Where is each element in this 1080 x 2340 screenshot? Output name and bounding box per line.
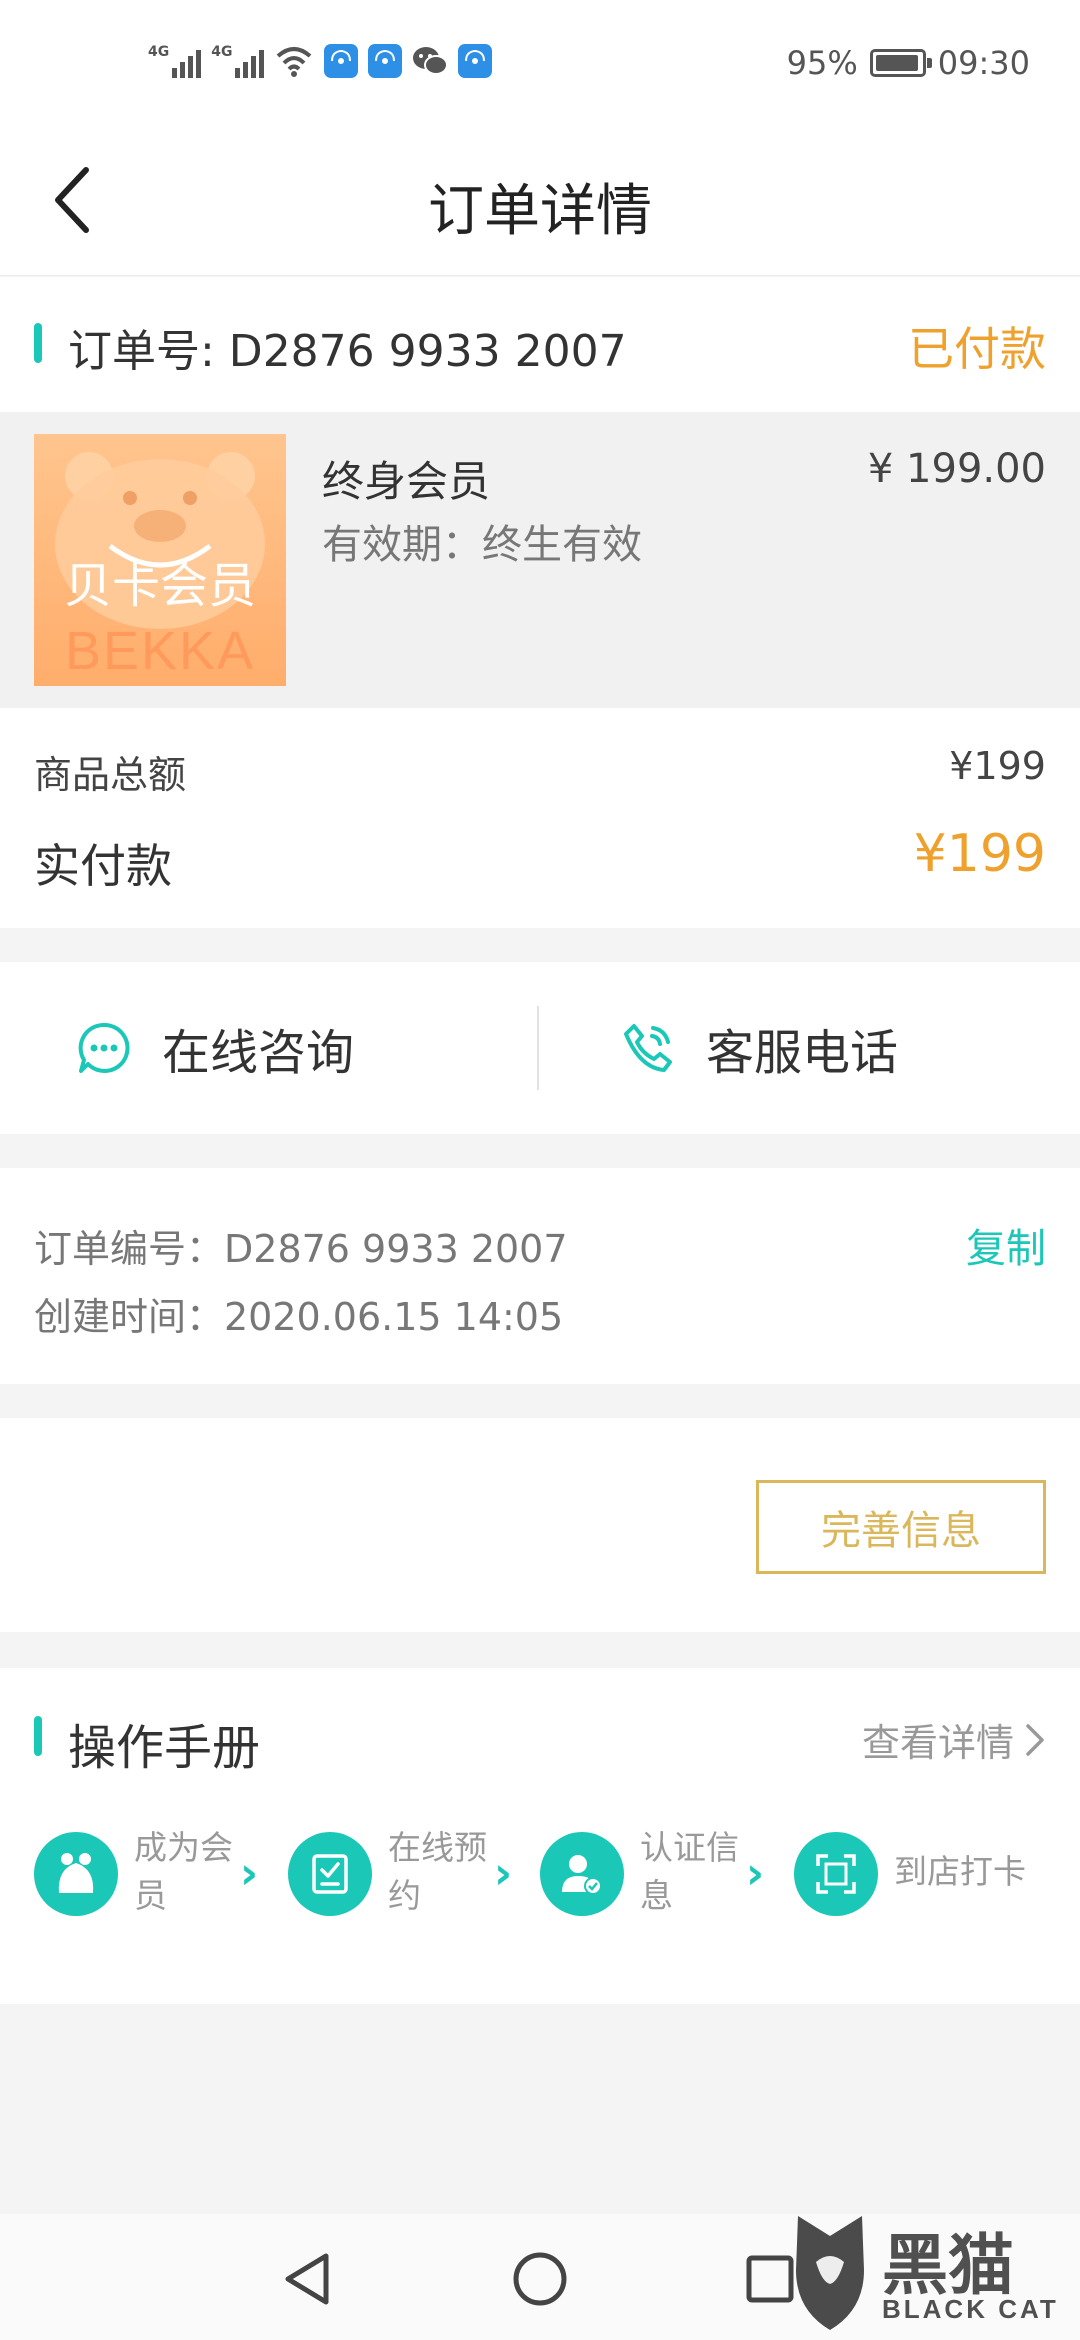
order-info-section: 订单编号：D2876 9933 2007 创建时间：2020.06.15 14:… xyxy=(0,1168,1080,1384)
nav-back-button[interactable] xyxy=(274,2244,344,2314)
step-verify-info[interactable] xyxy=(540,1832,624,1916)
app-notification-icon xyxy=(458,44,493,78)
goods-total-value: ¥199 xyxy=(949,744,1046,788)
step-arrow-icon: › xyxy=(494,1848,513,1899)
chevron-right-icon xyxy=(1026,1723,1044,1756)
phone-icon xyxy=(624,1024,672,1072)
actions-section: 完善信息 xyxy=(0,1418,1080,1632)
wifi-icon xyxy=(277,47,312,77)
product-image-label: 贝卡会员 xyxy=(63,558,256,614)
app-notification-icon xyxy=(324,44,359,78)
step-arrow-icon: › xyxy=(746,1848,765,1899)
member-icon xyxy=(58,1853,94,1893)
back-triangle-icon xyxy=(285,2253,329,2305)
status-right: 95% 09:30 xyxy=(787,44,1030,82)
step-label: 在线预约 xyxy=(388,1828,487,1915)
online-consult-button[interactable]: 在线咨询 xyxy=(76,962,354,1134)
nav-home-button[interactable] xyxy=(505,2244,575,2314)
signal-icon: 4G xyxy=(148,44,202,78)
step-label: 到店打卡 xyxy=(894,1852,1026,1891)
status-icons: 4G 4G xyxy=(148,44,493,78)
product-validity: 有效期：终生有效 xyxy=(322,522,642,568)
paid-label: 实付款 xyxy=(34,839,172,893)
scan-icon xyxy=(816,1854,856,1894)
copy-button[interactable]: 复制 xyxy=(966,1216,1046,1274)
order-status: 已付款 xyxy=(908,322,1046,376)
checklist-icon xyxy=(312,1854,348,1894)
manual-section: 操作手册 查看详情 成为会员 › 在线预约 › 认证信 息 › 到店打卡 xyxy=(0,1668,1080,2004)
step-label: 成为会员 xyxy=(134,1828,233,1915)
divider xyxy=(537,1006,539,1090)
battery-icon xyxy=(869,49,932,77)
online-consult-label: 在线咨询 xyxy=(162,1025,355,1081)
order-summary: 订单号: D2876 9933 2007 已付款 xyxy=(0,277,1080,412)
paid-value: ¥199 xyxy=(913,824,1046,884)
step-label: 认证信息 xyxy=(640,1828,739,1915)
view-details-label: 查看详情 xyxy=(861,1721,1014,1765)
product-price: ¥ 199.00 xyxy=(867,446,1046,492)
contact-section: 在线咨询 客服电话 xyxy=(0,962,1080,1134)
clock: 09:30 xyxy=(937,44,1030,82)
wechat-icon xyxy=(412,44,449,78)
status-bar: 4G 4G 95% 09:30 xyxy=(0,0,1080,130)
service-phone-button[interactable]: 客服电话 xyxy=(620,962,898,1134)
page-title: 订单详情 xyxy=(428,179,652,244)
goods-total-label: 商品总额 xyxy=(34,753,187,797)
view-details-link[interactable]: 查看详情 xyxy=(862,1712,1046,1767)
signal-icon: 4G xyxy=(211,44,265,78)
accent-bar xyxy=(34,323,42,363)
amounts-section: 商品总额 ¥199 实付款 ¥199 xyxy=(0,708,1080,928)
manual-title: 操作手册 xyxy=(68,1720,261,1776)
order-number-heading: 订单号: D2876 9933 2007 xyxy=(68,326,627,377)
step-store-checkin[interactable] xyxy=(794,1832,878,1916)
service-phone-label: 客服电话 xyxy=(706,1025,899,1081)
chat-bubble-icon xyxy=(78,1022,130,1073)
battery-percent: 95% xyxy=(786,44,858,82)
created-time-line: 创建时间：2020.06.15 14:05 xyxy=(34,1295,564,1339)
product-image-brand: BEKKA xyxy=(64,621,256,681)
order-number-line: 订单编号：D2876 9933 2007 xyxy=(34,1227,568,1271)
step-arrow-icon: › xyxy=(240,1848,259,1899)
home-circle-icon xyxy=(513,2252,567,2306)
app-notification-icon xyxy=(368,44,403,78)
verified-user-icon xyxy=(562,1855,602,1895)
accent-bar xyxy=(34,1716,42,1756)
product-name: 终身会员 xyxy=(322,457,491,506)
step-become-member[interactable] xyxy=(34,1832,118,1916)
step-online-booking[interactable] xyxy=(288,1832,372,1916)
app-header: 订单详情 xyxy=(0,130,1080,276)
complete-info-button[interactable]: 完善信息 xyxy=(756,1480,1046,1574)
blackcat-watermark: 黑猫 BLACK CAT xyxy=(790,2210,1070,2336)
product-image: 贝卡会员 BEKKA xyxy=(34,434,286,686)
product-card[interactable]: 贝卡会员 BEKKA 终身会员 有效期：终生有效 ¥ 199.00 xyxy=(0,412,1080,708)
watermark-subtitle: BLACK CAT xyxy=(882,2294,1059,2324)
